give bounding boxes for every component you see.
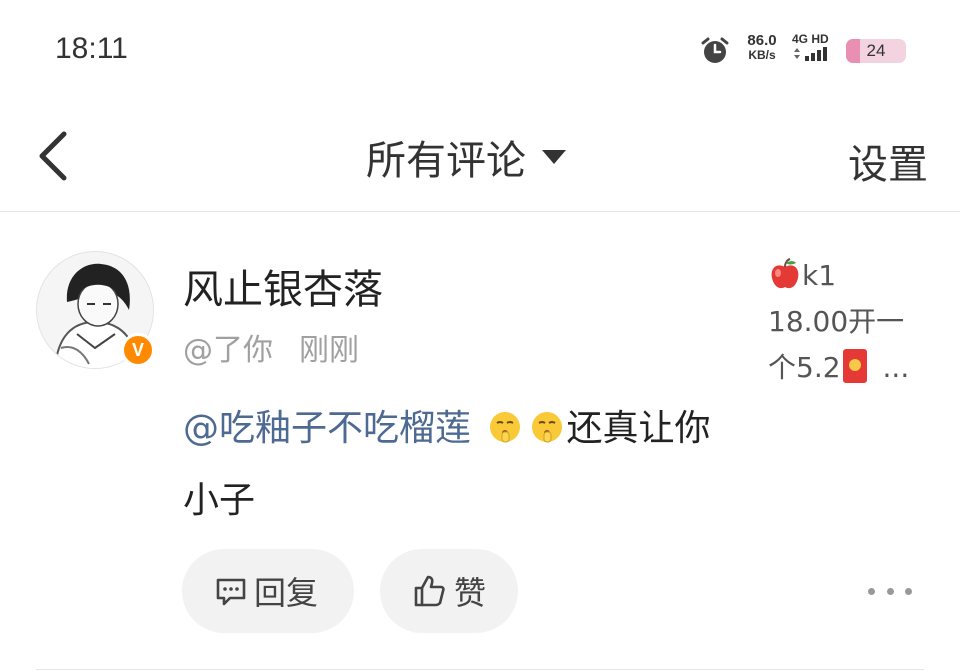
more-options-icon[interactable] (868, 573, 912, 609)
comment-item: V 风止银杏落 @了你 刚刚 k1 18.00开一 个5.2... @吃釉子不吃榴… (0, 213, 960, 671)
shush-face-emoji-icon (532, 412, 563, 443)
comment-filter-dropdown[interactable]: 所有评论 (366, 132, 566, 184)
network-indicator: 4G HD (792, 32, 838, 66)
reply-button[interactable]: 回复 (182, 549, 354, 633)
signature-line-1: k1 (802, 259, 837, 292)
comment-meta: @了你 刚刚 (183, 325, 359, 369)
comment-time: 刚刚 (299, 333, 359, 368)
alarm-icon (701, 37, 729, 63)
apple-emoji-icon (771, 258, 799, 289)
divider (36, 669, 924, 670)
battery-indicator: 24 (846, 39, 906, 63)
network-speed-value: 86.0 (747, 32, 777, 49)
signature-line-3: 个5.2 (768, 351, 841, 384)
network-speed: 86.0 KB/s (742, 32, 782, 62)
comment-text: @吃釉子不吃榴莲 还真让你小子 (183, 393, 743, 537)
red-packet-icon (842, 349, 867, 383)
page-title: 所有评论 (366, 138, 526, 184)
battery-level: 24 (866, 41, 886, 60)
network-speed-unit: KB/s (748, 48, 776, 62)
signal-icon (794, 47, 827, 61)
like-button[interactable]: 赞 (380, 549, 518, 633)
signature-line-2: 18.00开一 (768, 305, 905, 338)
reply-label: 回复 (254, 574, 319, 612)
status-time: 18:11 (55, 32, 128, 65)
network-type-label: 4G HD (792, 32, 829, 46)
status-bar: 18:11 86.0 KB/s 4G HD 24 (0, 0, 960, 100)
shush-face-emoji-icon (490, 412, 521, 443)
dropdown-caret-icon (542, 150, 566, 164)
mention-link[interactable]: @吃釉子不吃榴莲 (183, 408, 471, 449)
verified-badge: V (121, 333, 155, 367)
top-navigation-bar: 所有评论 设置 (0, 100, 960, 212)
thumbs-up-icon (414, 575, 445, 607)
comment-bubble-icon (216, 578, 246, 606)
like-label: 赞 (454, 574, 487, 612)
comment-handle: @了你 (183, 333, 273, 368)
comment-username[interactable]: 风止银杏落 (183, 257, 383, 315)
user-signature: k1 18.00开一 个5.2... (768, 253, 938, 391)
signature-more[interactable]: ... (883, 351, 910, 384)
settings-button[interactable]: 设置 (848, 132, 928, 190)
back-icon[interactable] (30, 128, 80, 184)
